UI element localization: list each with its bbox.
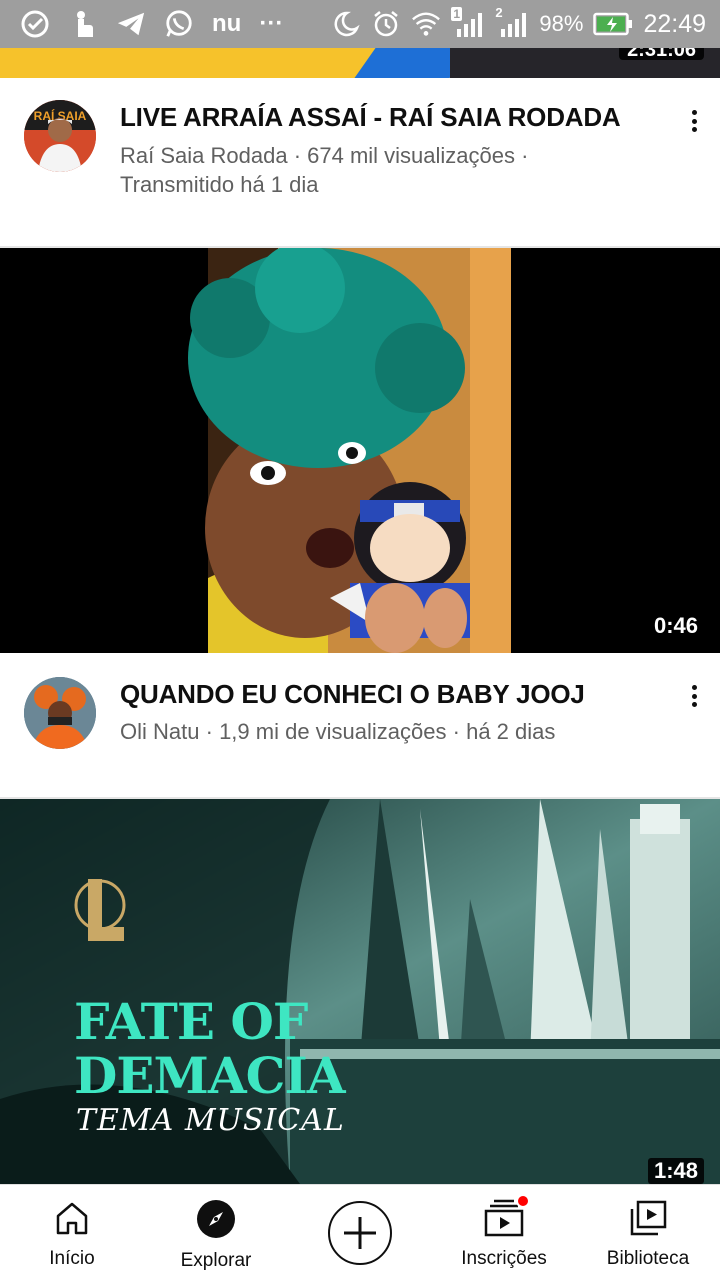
channel-name[interactable]: Oli Natu	[120, 719, 199, 744]
hand-touch-icon	[68, 9, 98, 39]
wifi-icon	[411, 9, 441, 39]
screen: nu ··· 1 2 98% 22:49 2:31:06 RAÍ SAIA LI…	[0, 0, 720, 1280]
sim2-badge: 2	[495, 5, 503, 20]
nav-item-inscricoes[interactable]: Inscrições	[432, 1185, 576, 1280]
thumbnail-subheadline: TEMA MUSICAL	[76, 1103, 345, 1138]
library-icon	[628, 1199, 668, 1242]
meta-separator: ·	[521, 143, 529, 168]
video-title[interactable]: LIVE ARRAÍA ASSAÍ - RAÍ SAIA RODADA	[120, 100, 650, 134]
bottom-navigation: Início Explorar Inscrições Biblioteca	[0, 1184, 720, 1280]
home-icon	[53, 1199, 91, 1242]
thumbnail-art	[188, 248, 511, 653]
signal-sim2-icon: 2	[495, 5, 529, 39]
sim1-badge: 1	[451, 7, 463, 21]
whatsapp-icon	[164, 9, 194, 39]
channel-avatar[interactable]: RAÍ SAIA	[24, 100, 96, 172]
upload-age: Transmitido há 1 dia	[120, 172, 319, 197]
upload-age: há 2 dias	[466, 719, 556, 744]
video-thumbnail-2[interactable]: 0:46	[0, 248, 720, 653]
nav-item-inicio[interactable]: Início	[0, 1185, 144, 1280]
nav-label: Inscrições	[461, 1248, 547, 1269]
nav-label: Início	[49, 1248, 95, 1269]
notification-dot	[516, 1194, 530, 1208]
video-subtitle: Raí Saia Rodada · 674 mil visualizações …	[120, 141, 680, 199]
status-bar: nu ··· 1 2 98% 22:49	[0, 0, 720, 48]
meta-separator: ·	[452, 719, 460, 744]
thumbnail-text-line2: DEMACIA	[74, 1046, 346, 1105]
create-plus-icon	[328, 1200, 392, 1265]
video-thumbnail-3[interactable]: FATE OF DEMACIA TEMA MUSICAL 1:48	[0, 799, 720, 1184]
compass-icon	[196, 1199, 236, 1244]
previous-video-duration: 2:31:06	[619, 48, 704, 60]
view-count: 674 mil visualizações	[307, 143, 516, 168]
video-subtitle: Oli Natu · 1,9 mi de visualizações · há …	[120, 717, 680, 746]
thumbnail-text-line1: FATE OF	[74, 992, 308, 1051]
meta-separator: ·	[205, 719, 213, 744]
task-check-icon	[20, 9, 50, 39]
nav-label: Explorar	[180, 1250, 252, 1271]
video-duration: 1:48	[647, 1158, 704, 1184]
nav-item-biblioteca[interactable]: Biblioteca	[576, 1185, 720, 1280]
video-title[interactable]: QUANDO EU CONHECI O BABY JOOJ	[120, 677, 650, 711]
nav-item-explorar[interactable]: Explorar	[144, 1185, 288, 1280]
meta-separator: ·	[293, 143, 302, 168]
more-dots-icon: ···	[259, 10, 284, 37]
telegram-icon	[116, 9, 146, 39]
video-meta-1[interactable]: RAÍ SAIA LIVE ARRAÍA ASSAÍ - RAÍ SAIA RO…	[0, 78, 720, 246]
more-options-icon[interactable]	[684, 681, 704, 711]
alarm-icon	[371, 9, 401, 39]
video-meta-2[interactable]: QUANDO EU CONHECI O BABY JOOJ Oli Natu ·…	[0, 653, 720, 797]
view-count: 1,9 mi de visualizações	[219, 719, 447, 744]
more-options-icon[interactable]	[684, 106, 704, 136]
previous-video-thumbnail[interactable]	[0, 48, 720, 78]
do-not-disturb-moon-icon	[331, 9, 361, 39]
nav-label: Biblioteca	[606, 1248, 690, 1269]
nubank-icon: nu	[212, 10, 242, 37]
signal-sim1-icon: 1	[451, 7, 485, 39]
status-bar-right: 1 2 98% 22:49	[331, 5, 706, 39]
status-bar-left: nu ···	[20, 9, 283, 39]
thumbnail-headline: FATE OF DEMACIA	[74, 992, 346, 1105]
channel-avatar[interactable]	[24, 677, 96, 749]
channel-name[interactable]: Raí Saia Rodada	[120, 143, 288, 168]
battery-charging-icon	[593, 9, 633, 39]
battery-percent: 98%	[539, 11, 584, 36]
clock: 22:49	[643, 9, 706, 38]
video-duration: 0:46	[653, 613, 698, 638]
nav-item-create[interactable]	[288, 1185, 432, 1280]
